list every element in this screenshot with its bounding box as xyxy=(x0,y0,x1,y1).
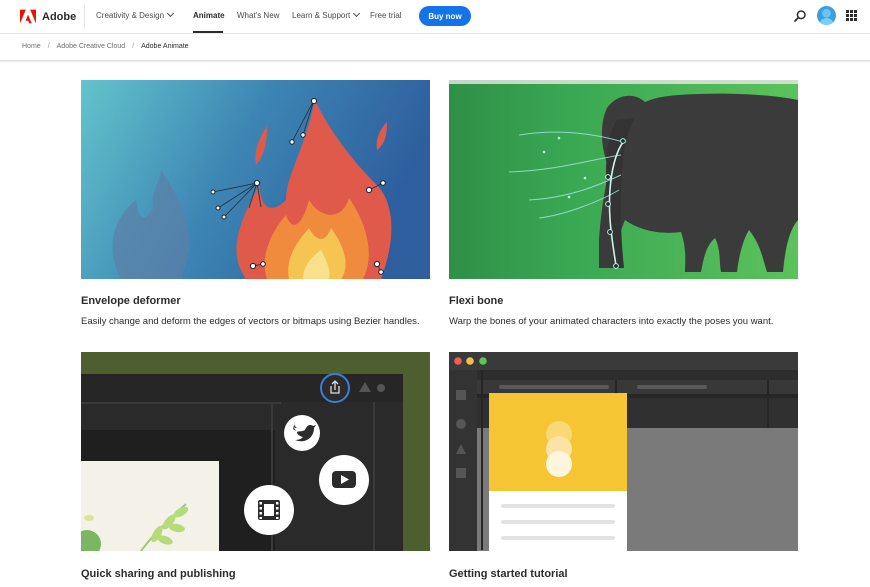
chevron-down-icon xyxy=(353,9,361,18)
getting-started-image xyxy=(449,352,798,551)
breadcrumb: Home / Adobe Creative Cloud / Adobe Anim… xyxy=(22,43,189,50)
subnav-shadow xyxy=(0,60,870,63)
nav-creativity-design[interactable]: Creativity & Design xyxy=(96,9,175,20)
nav-label: Free trial xyxy=(370,11,402,20)
feature-description: Warp the bones of your animated characte… xyxy=(449,316,774,327)
app-switcher-icon[interactable] xyxy=(846,10,857,21)
nav-label: Learn & Support xyxy=(292,11,351,20)
quick-sharing-image xyxy=(81,352,430,551)
nav-label: What's New xyxy=(237,11,280,20)
avatar[interactable] xyxy=(817,6,836,25)
breadcrumb-creative-cloud[interactable]: Adobe Creative Cloud xyxy=(57,43,126,50)
nav-animate[interactable]: Animate xyxy=(193,11,225,20)
brand-name: Adobe xyxy=(42,10,77,23)
global-nav: Adobe Creativity & Design Animate What's… xyxy=(0,0,870,34)
chevron-down-icon xyxy=(166,9,175,18)
feature-title: Getting started tutorial xyxy=(449,568,568,580)
adobe-logo[interactable]: Adobe xyxy=(20,9,76,24)
breadcrumb-current: Adobe Animate xyxy=(141,43,189,50)
nav-free-trial[interactable]: Free trial xyxy=(370,11,402,20)
nav-learn-support[interactable]: Learn & Support xyxy=(292,9,361,20)
active-tab-indicator xyxy=(193,31,223,33)
nav-divider xyxy=(84,5,85,29)
feature-description: Easily change and deform the edges of ve… xyxy=(81,316,420,327)
feature-title: Envelope deformer xyxy=(81,295,181,307)
search-icon[interactable] xyxy=(793,9,807,23)
flexi-bone-image xyxy=(449,80,798,279)
nav-label: Creativity & Design xyxy=(96,11,165,20)
nav-whats-new[interactable]: What's New xyxy=(237,11,279,20)
adobe-logo-icon xyxy=(20,9,36,24)
nav-label: Animate xyxy=(193,11,225,20)
breadcrumb-home[interactable]: Home xyxy=(22,43,41,50)
feature-title: Quick sharing and publishing xyxy=(81,568,236,580)
feature-title: Flexi bone xyxy=(449,295,504,307)
buy-now-button[interactable]: Buy now xyxy=(419,6,471,26)
breadcrumb-separator: / xyxy=(132,43,135,50)
envelope-deformer-image xyxy=(81,80,430,279)
breadcrumb-separator: / xyxy=(47,43,50,50)
